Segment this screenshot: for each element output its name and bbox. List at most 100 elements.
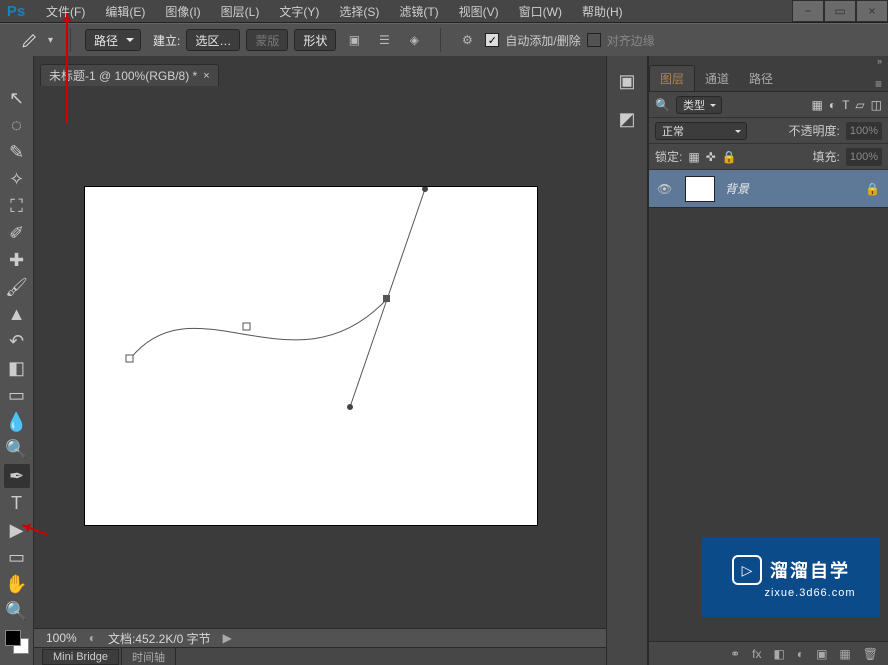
visibility-toggle-icon[interactable]: 👁 bbox=[657, 182, 675, 196]
path-operations-icon[interactable]: ▣ bbox=[342, 29, 366, 51]
eraser-tool[interactable]: ◧ bbox=[4, 356, 30, 380]
status-popup-icon[interactable]: ◐ bbox=[89, 631, 96, 645]
filter-shape-icon[interactable]: ▱ bbox=[855, 98, 864, 112]
status-flyout-icon[interactable]: ▶ bbox=[223, 631, 232, 645]
layers-list: 👁 背景 🔒 ▷ 溜溜自学 zixue.3d66.com bbox=[649, 170, 888, 641]
tool-mode-select[interactable]: 路径 bbox=[85, 29, 141, 51]
filter-smart-icon[interactable]: ◫ bbox=[871, 98, 882, 112]
path-align-icon[interactable]: ☰ bbox=[372, 29, 396, 51]
brush-tool[interactable]: 🖌 bbox=[4, 275, 30, 299]
dodge-tool[interactable]: 🔍 bbox=[4, 437, 30, 461]
status-bar: 100% ◐ 文档:452.2K/0 字节 ▶ bbox=[34, 628, 606, 647]
filter-search-icon[interactable]: 🔍 bbox=[655, 98, 670, 112]
blur-tool[interactable]: 💧 bbox=[4, 410, 30, 434]
hand-tool[interactable]: ✋ bbox=[4, 572, 30, 596]
canvas-area: 未标题-1 @ 100%(RGB/8) * × 100% ◐ 文档:452.2K… bbox=[34, 56, 606, 665]
tab-timeline[interactable]: 时间轴 bbox=[121, 647, 176, 665]
status-zoom[interactable]: 100% bbox=[46, 631, 77, 645]
tab-layers[interactable]: 图层 bbox=[649, 65, 695, 91]
lock-all-icon[interactable]: 🔒 bbox=[722, 150, 737, 164]
move-tool[interactable]: ↖ bbox=[4, 86, 30, 110]
document-canvas[interactable] bbox=[84, 186, 538, 526]
menu-type[interactable]: 文字(Y) bbox=[269, 0, 329, 23]
filter-kind-select[interactable]: 类型 bbox=[676, 96, 722, 114]
layer-row-background[interactable]: 👁 背景 🔒 bbox=[649, 170, 888, 208]
type-tool[interactable]: T bbox=[4, 491, 30, 515]
menu-bar: Ps 文件(F) 编辑(E) 图像(I) 图层(L) 文字(Y) 选择(S) 滤… bbox=[0, 0, 888, 22]
collapsed-panel-properties-icon[interactable]: ◩ bbox=[614, 106, 640, 132]
heal-tool[interactable]: ✚ bbox=[4, 248, 30, 272]
filter-pixel-icon[interactable]: ▦ bbox=[811, 98, 822, 112]
panel-flyout-icon[interactable]: » bbox=[877, 56, 882, 64]
group-icon[interactable]: ▣ bbox=[816, 647, 827, 661]
layer-name-label[interactable]: 背景 bbox=[725, 180, 749, 197]
layer-mask-icon[interactable]: ◧ bbox=[773, 647, 784, 661]
pen-tool-icon bbox=[21, 31, 39, 49]
canvas-path-overlay bbox=[85, 187, 539, 527]
make-shape-button[interactable]: 形状 bbox=[294, 29, 336, 51]
lock-position-icon[interactable]: ✜ bbox=[706, 150, 716, 164]
gradient-tool[interactable]: ▭ bbox=[4, 383, 30, 407]
opacity-field[interactable]: 100% bbox=[846, 122, 882, 140]
align-edges-checkbox[interactable] bbox=[587, 33, 601, 47]
panel-menu-icon[interactable]: ≡ bbox=[869, 77, 888, 91]
menu-window[interactable]: 窗口(W) bbox=[509, 0, 572, 23]
panel-tabs: 图层 通道 路径 ≡ bbox=[649, 64, 888, 92]
eyedropper-tool[interactable]: ✐ bbox=[4, 221, 30, 245]
gear-icon[interactable]: ⚙ bbox=[455, 29, 479, 51]
menu-select[interactable]: 选择(S) bbox=[329, 0, 389, 23]
window-close-button[interactable]: × bbox=[856, 0, 888, 22]
tool-flyout-icon[interactable]: ▾ bbox=[48, 35, 56, 46]
wand-tool[interactable]: ✧ bbox=[4, 167, 30, 191]
bottom-panel-tabs: Mini Bridge 时间轴 bbox=[34, 647, 606, 665]
layers-panel-group: » 图层 通道 路径 ≡ 🔍 类型 ▦ ◐ T ▱ ◫ 正常 不透明度: 100… bbox=[648, 56, 888, 665]
tab-mini-bridge[interactable]: Mini Bridge bbox=[42, 649, 119, 665]
menu-layer[interactable]: 图层(L) bbox=[211, 0, 270, 23]
window-minimize-button[interactable]: − bbox=[792, 0, 824, 22]
menu-help[interactable]: 帮助(H) bbox=[572, 0, 633, 23]
collapsed-panels: ▣ ◩ bbox=[606, 56, 648, 665]
annotation-arrow-file-menu bbox=[66, 13, 68, 123]
lock-pixels-icon[interactable]: ▦ bbox=[688, 150, 699, 164]
window-maximize-button[interactable]: ▭ bbox=[824, 0, 856, 22]
fill-field[interactable]: 100% bbox=[846, 148, 882, 166]
trash-icon[interactable]: 🗑 bbox=[863, 647, 878, 661]
auto-add-delete-checkbox[interactable]: ✓ bbox=[485, 33, 499, 47]
opacity-label: 不透明度: bbox=[789, 122, 840, 139]
current-tool-indicator[interactable] bbox=[18, 28, 42, 52]
document-tab-close-icon[interactable]: × bbox=[203, 70, 209, 82]
auto-add-delete-label: 自动添加/删除 bbox=[505, 32, 580, 49]
make-selection-button[interactable]: 选区… bbox=[186, 29, 240, 51]
crop-tool[interactable]: ⛶ bbox=[4, 194, 30, 218]
pen-tool[interactable]: ✒ bbox=[4, 464, 30, 488]
new-layer-icon[interactable]: ▦ bbox=[839, 647, 850, 661]
layer-style-icon[interactable]: fx bbox=[752, 647, 761, 661]
make-mask-button[interactable]: 蒙版 bbox=[246, 29, 288, 51]
stamp-tool[interactable]: ▲ bbox=[4, 302, 30, 326]
menu-image[interactable]: 图像(I) bbox=[155, 0, 210, 23]
menu-filter[interactable]: 滤镜(T) bbox=[389, 0, 448, 23]
filter-type-icon[interactable]: T bbox=[842, 98, 849, 112]
marquee-tool[interactable]: ◌ bbox=[4, 113, 30, 137]
menu-edit[interactable]: 编辑(E) bbox=[95, 0, 155, 23]
collapsed-panel-history-icon[interactable]: ▣ bbox=[614, 68, 640, 94]
history-brush-tool[interactable]: ↶ bbox=[4, 329, 30, 353]
lock-fill-row: 锁定: ▦ ✜ 🔒 填充: 100% bbox=[649, 144, 888, 170]
layer-thumbnail[interactable] bbox=[685, 176, 715, 202]
tab-paths[interactable]: 路径 bbox=[739, 66, 783, 91]
color-swatches[interactable] bbox=[5, 630, 29, 654]
lasso-tool[interactable]: ✎ bbox=[4, 140, 30, 164]
lock-label: 锁定: bbox=[655, 148, 682, 165]
menu-view[interactable]: 视图(V) bbox=[449, 0, 509, 23]
shape-tool[interactable]: ▭ bbox=[4, 545, 30, 569]
layer-lock-icon[interactable]: 🔒 bbox=[865, 182, 880, 196]
link-layers-icon[interactable]: ⚭ bbox=[730, 647, 740, 661]
foreground-color-swatch[interactable] bbox=[5, 630, 21, 646]
zoom-tool[interactable]: 🔍 bbox=[4, 599, 30, 623]
adjustment-layer-icon[interactable]: ◐ bbox=[797, 647, 804, 661]
filter-adjust-icon[interactable]: ◐ bbox=[829, 98, 836, 112]
tab-channels[interactable]: 通道 bbox=[695, 66, 739, 91]
align-edges-label: 对齐边缘 bbox=[607, 32, 655, 49]
blend-mode-select[interactable]: 正常 bbox=[655, 122, 747, 140]
path-arrange-icon[interactable]: ◈ bbox=[402, 29, 426, 51]
